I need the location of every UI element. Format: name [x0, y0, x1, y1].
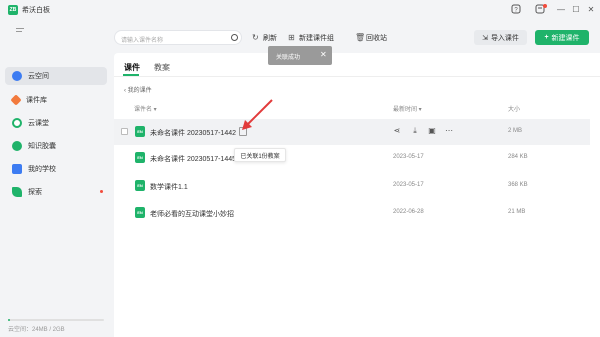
more-icon[interactable]: ⋯ [444, 126, 454, 136]
download-icon[interactable]: ⤓ [410, 126, 420, 136]
toast-message: 关联成功 [276, 55, 301, 61]
recycle-bin-button[interactable]: 🗑 回收站 [355, 33, 387, 43]
title-bar: ZB 希沃白板 ? — ☐ ✕ [0, 0, 600, 20]
refresh-icon: ↻ [252, 33, 259, 42]
table-row[interactable]: EN 老师必看的互动课堂小妙招 2022-06-28 21 MB [114, 200, 590, 226]
sidebar-item-cloud-class[interactable]: 云课堂 [5, 114, 107, 132]
gem-icon [10, 94, 22, 106]
main-panel: 课件 教案 ‹ 我的课件 课件名 ▾ 最新时间 ▾ 大小 EN 未命名课件 20… [114, 53, 600, 337]
sidebar-item-library[interactable]: 课件库 [5, 91, 107, 109]
new-courseware-label: 新建课件 [551, 34, 580, 42]
recycle-bin-label: 回收站 [366, 35, 387, 42]
annotation-arrow [242, 99, 273, 130]
file-size: 21 MB [508, 209, 526, 215]
file-name: 老师必看的互动课堂小妙招 [150, 211, 234, 218]
collapse-icon-line [16, 31, 22, 32]
new-badge [100, 190, 103, 193]
new-courseware-button[interactable]: + 新建课件 [535, 30, 589, 45]
refresh-label: 刷新 [263, 35, 277, 42]
plus-icon: + [544, 34, 549, 41]
sidebar-item-label: 云课堂 [28, 120, 49, 127]
courseware-file-icon: EN [135, 152, 145, 163]
sidebar-item-knowledge-capsule[interactable]: 知识胶囊 [5, 137, 107, 155]
play-circle-icon [12, 118, 22, 128]
maximize-button[interactable]: ☐ [570, 4, 582, 16]
success-toast: 关联成功 ✕ [268, 46, 332, 65]
courseware-file-icon: EN [135, 126, 145, 137]
storage-label: 云空间：24MB / 2GB [8, 327, 65, 333]
file-date: 2023-05-17 [393, 154, 424, 160]
breadcrumb-label: 我的课件 [127, 88, 152, 94]
app-title: 希沃白板 [22, 7, 50, 14]
sidebar-item-label: 知识胶囊 [28, 143, 56, 150]
school-icon [12, 164, 22, 174]
file-size: 2 MB [508, 128, 523, 134]
column-header-name[interactable]: 课件名 ▾ [134, 104, 157, 113]
app-logo: ZB [8, 5, 18, 15]
tab-divider [114, 76, 600, 77]
sidebar-item-label: 我的学校 [28, 166, 56, 173]
tab-courseware[interactable]: 课件 [124, 62, 140, 73]
sidebar-item-label: 云空间 [28, 73, 49, 80]
sidebar-item-label: 课件库 [26, 97, 47, 104]
import-icon: ⇲ [482, 34, 488, 42]
share-icon[interactable]: ⋖ [392, 126, 402, 136]
linked-lesson-plan-tooltip: 已关联1份教案 [234, 148, 286, 162]
tab-lesson-plan[interactable]: 教案 [154, 62, 170, 73]
notification-badge [543, 4, 547, 8]
table-row[interactable]: EN 未命名课件 20230517-1442 ⋖ ⤓ ▣ ⋯ 2 MB [114, 119, 590, 145]
search-input[interactable]: 请输入课件名称 [114, 30, 242, 45]
cloud-icon [12, 71, 22, 81]
file-name: 未命名课件 20230517-1445 [150, 156, 236, 163]
trash-icon: 🗑 [355, 33, 366, 42]
rocket-icon [12, 187, 22, 197]
sidebar: 云空间 课件库 云课堂 知识胶囊 我的学校 探索 云空间：24MB / 2GB [0, 20, 112, 337]
new-group-button[interactable]: ⊞ 新建课件组 [288, 33, 334, 43]
table-row[interactable]: EN 数学课件1.1 2023-05-17 368 KB [114, 173, 590, 199]
sidebar-item-cloud[interactable]: 云空间 [5, 67, 107, 85]
import-label: 导入课件 [490, 34, 519, 42]
capsule-icon [12, 141, 22, 151]
file-date: 2023-05-17 [393, 182, 424, 188]
courseware-file-icon: EN [135, 207, 145, 218]
collapse-icon[interactable] [16, 28, 24, 29]
sidebar-item-school[interactable]: 我的学校 [5, 160, 107, 178]
import-button[interactable]: ⇲ 导入课件 [474, 30, 527, 45]
file-date: 2022-06-28 [393, 209, 424, 215]
storage-fill [8, 319, 10, 321]
breadcrumb[interactable]: ‹ 我的课件 [124, 85, 152, 94]
storage-bar [8, 319, 104, 321]
close-button[interactable]: ✕ [585, 4, 597, 16]
export-icon[interactable]: ▣ [427, 126, 437, 136]
minimize-button[interactable]: — [555, 4, 567, 16]
search-placeholder: 请输入课件名称 [121, 38, 164, 44]
refresh-button[interactable]: ↻ 刷新 [252, 33, 277, 43]
file-name: 未命名课件 20230517-1442 [150, 130, 236, 137]
file-size: 368 KB [508, 182, 528, 188]
sidebar-item-label: 探索 [28, 189, 42, 196]
sidebar-item-explore[interactable]: 探索 [5, 183, 107, 201]
file-name: 数学课件1.1 [150, 184, 188, 191]
column-header-modified[interactable]: 最新时间 ▾ [393, 104, 422, 113]
close-icon[interactable]: ✕ [320, 50, 327, 60]
column-header-size: 大小 [508, 107, 521, 113]
search-icon[interactable] [231, 34, 238, 41]
new-group-label: 新建课件组 [299, 35, 334, 42]
file-size: 284 KB [508, 154, 528, 160]
folder-plus-icon: ⊞ [288, 33, 295, 42]
courseware-file-icon: EN [135, 180, 145, 191]
table-row[interactable]: EN 未命名课件 20230517-1445 2023-05-17 284 KB [114, 145, 590, 171]
row-checkbox[interactable] [121, 128, 128, 135]
help-icon[interactable]: ? [510, 4, 522, 16]
